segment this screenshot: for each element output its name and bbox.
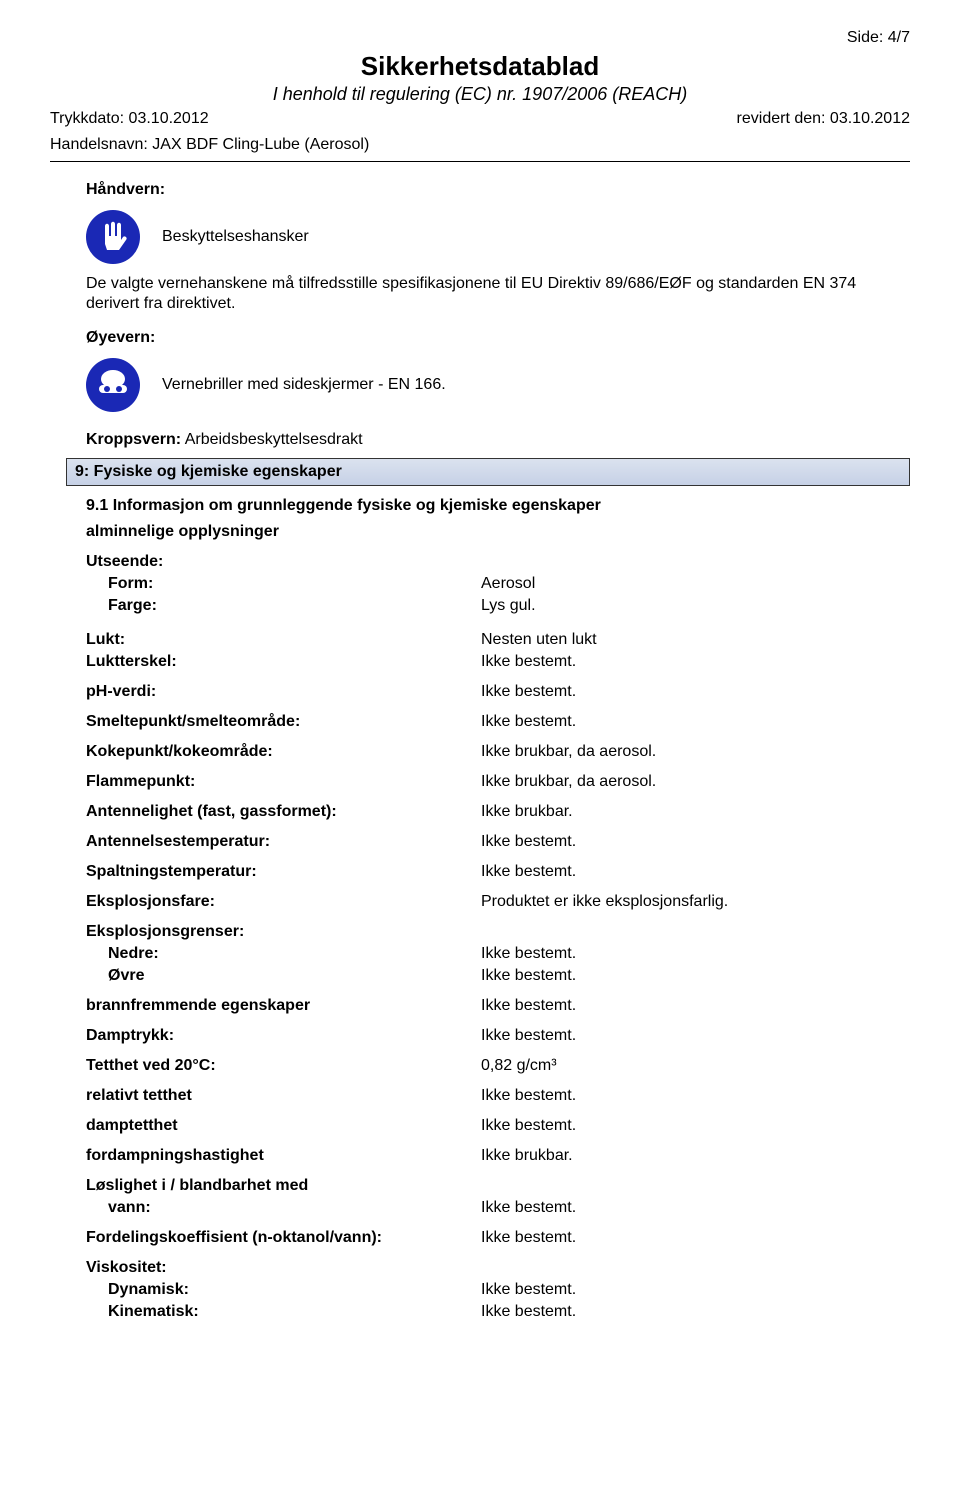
viscosity-head: Viskositet: [86,1258,910,1278]
section-9-heading: 9: Fysiske og kjemiske egenskaper [66,458,910,486]
body-protection-label: Kroppsvern: [86,431,181,448]
vapor-pressure-value: Ikke bestemt. [481,1026,910,1046]
explosion-hazard-key: Eksplosjonsfare: [86,892,481,912]
boiling-key: Kokepunkt/kokeområde: [86,742,481,762]
melting-value: Ikke bestemt. [481,712,910,732]
flammability-value: Ikke brukbar. [481,802,910,822]
decomp-temp-key: Spaltningstemperatur: [86,862,481,882]
document-title: Sikkerhetsdatablad [50,50,910,83]
hand-protection-label: Håndvern: [86,180,910,200]
revised-date-value: 03.10.2012 [830,110,910,127]
ph-value: Ikke bestemt. [481,682,910,702]
odor-value: Nesten uten lukt [481,630,910,650]
gloves-icon [86,210,140,264]
print-date-label: Trykkdato: [50,110,124,127]
relative-density-value: Ikke bestemt. [481,1086,910,1106]
eye-protection-label: Øyevern: [86,328,910,348]
relative-density-key: relativt tetthet [86,1086,481,1106]
form-key: Form: [86,575,153,592]
explosion-hazard-value: Produktet er ikke eksplosjonsfarlig. [481,892,910,912]
density-value: 0,82 g/cm³ [481,1056,910,1076]
flammability-key: Antennelighet (fast, gassformet): [86,802,481,822]
gloves-caption: Beskyttelseshansker [162,227,309,247]
water-value: Ikke bestemt. [481,1198,910,1218]
form-value: Aerosol [481,574,910,594]
upper-limit-value: Ikke bestemt. [481,966,910,986]
header-rule [50,161,910,162]
decomp-temp-value: Ikke bestemt. [481,862,910,882]
ignition-temp-key: Antennelsestemperatur: [86,832,481,852]
kinematic-visc-value: Ikke bestemt. [481,1302,910,1322]
partition-coef-value: Ikke bestemt. [481,1228,910,1248]
appearance-head: Utseende: [86,552,910,572]
solubility-head: Løslighet i / blandbarhet med [86,1176,910,1196]
document-subtitle: I henhold til regulering (EC) nr. 1907/2… [50,83,910,106]
dynamic-visc-key: Dynamisk: [86,1281,189,1298]
lower-limit-value: Ikke bestemt. [481,944,910,964]
flashpoint-value: Ikke brukbar, da aerosol. [481,772,910,792]
upper-limit-key: Øvre [86,967,144,984]
trade-name-value: JAX BDF Cling-Lube (Aerosol) [152,136,369,153]
evaporation-rate-key: fordampningshastighet [86,1146,481,1166]
odor-threshold-key: Luktterskel: [86,652,481,672]
goggles-caption: Vernebriller med sideskjermer - EN 166. [162,375,446,395]
page-number: Side: 4/7 [50,28,910,48]
density-key: Tetthet ved 20°C: [86,1056,481,1076]
trade-name-label: Handelsnavn: [50,136,148,153]
color-key: Farge: [86,597,157,614]
print-date: Trykkdato: 03.10.2012 [50,109,209,129]
goggles-icon [86,358,140,412]
vapor-density-key: damptetthet [86,1116,481,1136]
print-date-value: 03.10.2012 [129,110,209,127]
odor-threshold-value: Ikke bestemt. [481,652,910,672]
revised-date-label: revidert den: [737,110,826,127]
oxidizing-key: brannfremmende egenskaper [86,996,481,1016]
water-key: vann: [86,1199,151,1216]
boiling-value: Ikke brukbar, da aerosol. [481,742,910,762]
flashpoint-key: Flammepunkt: [86,772,481,792]
ph-key: pH-verdi: [86,682,481,702]
vapor-pressure-key: Damptrykk: [86,1026,481,1046]
explosion-limits-head: Eksplosjonsgrenser: [86,922,910,942]
kinematic-visc-key: Kinematisk: [86,1303,199,1320]
ignition-temp-value: Ikke bestemt. [481,832,910,852]
color-value: Lys gul. [481,596,910,616]
dynamic-visc-value: Ikke bestemt. [481,1280,910,1300]
evaporation-rate-value: Ikke brukbar. [481,1146,910,1166]
trade-name-row: Handelsnavn: JAX BDF Cling-Lube (Aerosol… [50,135,910,155]
odor-key: Lukt: [86,630,481,650]
section-9-1-heading: 9.1 Informasjon om grunnleggende fysiske… [86,496,910,516]
melting-key: Smeltepunkt/smelteområde: [86,712,481,732]
body-protection-value: Arbeidsbeskyttelsesdrakt [185,431,363,448]
lower-limit-key: Nedre: [86,945,159,962]
hand-protection-text: De valgte vernehanskene må tilfredsstill… [86,274,910,314]
oxidizing-value: Ikke bestemt. [481,996,910,1016]
vapor-density-value: Ikke bestemt. [481,1116,910,1136]
revised-date: revidert den: 03.10.2012 [737,109,910,129]
partition-coef-key: Fordelingskoeffisient (n-oktanol/vann): [86,1228,481,1248]
general-info-label: alminnelige opplysninger [86,522,910,542]
